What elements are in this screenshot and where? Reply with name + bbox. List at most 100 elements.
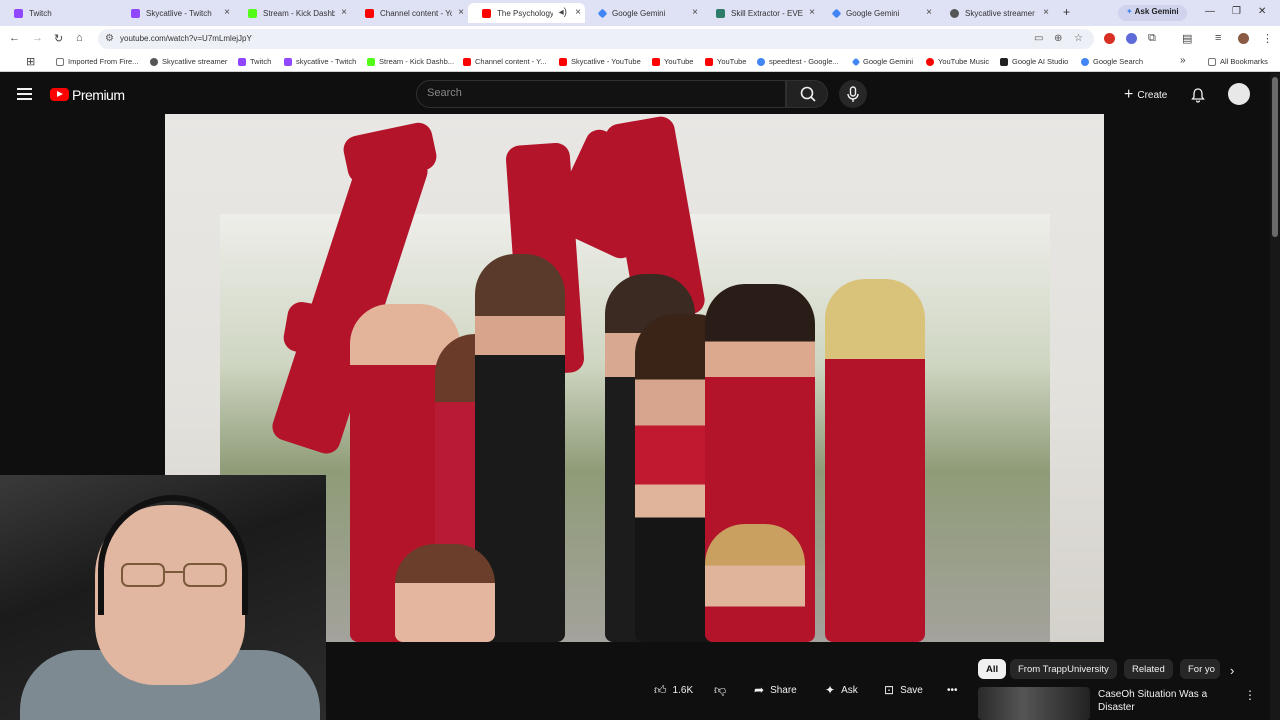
save-button[interactable]: ⊡ Save bbox=[884, 680, 923, 700]
url-text[interactable]: youtube.com/watch?v=U7mLmlejJpY bbox=[120, 34, 252, 43]
downloads-icon[interactable]: ≡ bbox=[1215, 32, 1221, 44]
bookmark-item[interactable]: Skycatlive - YouTube bbox=[559, 57, 641, 66]
more-actions-button[interactable]: ••• bbox=[947, 680, 958, 700]
gemini-icon bbox=[831, 8, 842, 18]
side-panel-icon[interactable]: ▤ bbox=[1182, 32, 1192, 45]
close-window-icon[interactable]: ✕ bbox=[1258, 6, 1266, 17]
tab-label: Stream - Kick Dashbo bbox=[263, 8, 335, 18]
zoom-icon[interactable]: ⊕ bbox=[1054, 33, 1062, 44]
ask-gemini-button[interactable]: ✦ Ask Gemini bbox=[1118, 5, 1187, 21]
bookmark-item[interactable]: Stream - Kick Dashb... bbox=[367, 57, 454, 66]
bookmark-item[interactable]: Twitch bbox=[238, 57, 271, 66]
page-scrollbar[interactable] bbox=[1270, 73, 1280, 720]
close-icon[interactable]: × bbox=[809, 7, 815, 18]
share-button[interactable]: ➦ Share bbox=[754, 680, 797, 700]
recommendation-title[interactable]: CaseOh Situation Was a Disaster bbox=[1098, 688, 1218, 714]
bookmark-label: Google Gemini bbox=[863, 57, 914, 66]
tab-twitch[interactable]: Twitch bbox=[0, 3, 117, 23]
close-icon[interactable]: × bbox=[575, 7, 581, 18]
bookmark-item[interactable]: YouTube bbox=[652, 57, 693, 66]
bookmarks-bar: ⊞ Imported From Fire... Skycatlive strea… bbox=[0, 52, 1280, 72]
twitch-icon bbox=[14, 8, 23, 18]
extensions-puzzle-icon[interactable]: ⧉ bbox=[1148, 32, 1156, 45]
chip-from-channel[interactable]: From TrappUniversity bbox=[1010, 659, 1117, 679]
hamburger-menu-icon[interactable] bbox=[17, 88, 32, 100]
account-avatar[interactable] bbox=[1228, 83, 1250, 105]
ask-gemini-label: Ask Gemini bbox=[1134, 7, 1179, 16]
bookmark-item[interactable]: skycatlive - Twitch bbox=[284, 57, 356, 66]
address-bar[interactable]: ⚙ youtube.com/watch?v=U7mLmlejJpY ▭ ⊕ ☆ bbox=[98, 29, 1094, 49]
tab-channel-content[interactable]: Channel content - Yo × bbox=[351, 3, 468, 23]
youtube-logo-icon[interactable] bbox=[50, 88, 69, 101]
profile-avatar[interactable] bbox=[1238, 33, 1249, 44]
bookmark-item[interactable]: Google AI Studio bbox=[1000, 57, 1068, 66]
create-button[interactable]: + Create bbox=[1116, 82, 1175, 108]
bookmark-label: speedtest - Google... bbox=[769, 57, 839, 66]
more-bookmarks-chevron[interactable]: » bbox=[1180, 55, 1186, 66]
chip-all[interactable]: All bbox=[978, 659, 1007, 679]
chevron-right-icon[interactable]: › bbox=[1230, 663, 1234, 678]
search-box[interactable] bbox=[416, 80, 786, 108]
cast-icon[interactable]: ▭ bbox=[1034, 33, 1043, 44]
tab-skill-extractor[interactable]: Skill Extractor - EVE T × bbox=[702, 3, 819, 23]
address-row: ← → ↻ ⌂ ⚙ youtube.com/watch?v=U7mLmlejJp… bbox=[0, 26, 1280, 52]
bookmark-item[interactable]: Imported From Fire... bbox=[56, 57, 138, 66]
bookmark-item[interactable]: YouTube bbox=[705, 57, 746, 66]
youtube-icon bbox=[365, 8, 374, 18]
back-icon[interactable]: ← bbox=[9, 32, 20, 44]
bookmark-item[interactable]: Google Gemini bbox=[851, 57, 914, 66]
extension-icon[interactable] bbox=[1126, 33, 1137, 44]
tab-label: Google Gemini bbox=[612, 8, 666, 18]
speaker-icon[interactable]: ◂) bbox=[559, 7, 567, 18]
chip-for-you[interactable]: For yo bbox=[1180, 659, 1220, 679]
kebab-menu-icon[interactable]: ⋮ bbox=[1262, 32, 1273, 45]
bookmark-item[interactable]: Google Search bbox=[1081, 57, 1143, 66]
ask-button[interactable]: ✦ Ask bbox=[825, 680, 858, 700]
close-icon[interactable]: × bbox=[1043, 7, 1049, 18]
tab-skycatlive-streamer[interactable]: Skycatlive streamer × bbox=[936, 3, 1053, 23]
bookmark-item[interactable]: Skycatlive streamer bbox=[150, 57, 227, 66]
recommendation-thumbnail[interactable] bbox=[978, 687, 1090, 720]
close-icon[interactable]: × bbox=[458, 7, 464, 18]
reload-icon[interactable]: ↻ bbox=[54, 32, 63, 45]
gemini-icon bbox=[597, 8, 608, 18]
close-icon[interactable]: × bbox=[224, 7, 230, 18]
home-icon[interactable]: ⌂ bbox=[76, 32, 83, 44]
bookmark-item[interactable]: YouTube Music bbox=[926, 57, 989, 66]
all-bookmarks[interactable]: All Bookmarks bbox=[1208, 57, 1268, 66]
close-icon[interactable]: × bbox=[926, 7, 932, 18]
tab-label: Twitch bbox=[29, 8, 52, 18]
bookmark-item[interactable]: speedtest - Google... bbox=[757, 57, 839, 66]
bookmark-icon: ⊡ bbox=[884, 683, 895, 697]
headphones-shape bbox=[98, 495, 248, 615]
like-count: 1.6K bbox=[672, 684, 694, 696]
forward-icon[interactable]: → bbox=[32, 32, 43, 44]
chip-related[interactable]: Related bbox=[1124, 659, 1173, 679]
youtube-premium-brand[interactable]: Premium bbox=[72, 87, 125, 103]
notifications-bell-icon[interactable] bbox=[1190, 87, 1206, 103]
maximize-icon[interactable]: ❐ bbox=[1232, 6, 1241, 17]
dislike-button[interactable]: 👎︎ bbox=[714, 680, 732, 700]
tab-google-gemini-1[interactable]: Google Gemini × bbox=[585, 3, 702, 23]
search-button[interactable] bbox=[786, 80, 828, 108]
close-icon[interactable]: × bbox=[692, 7, 698, 18]
like-button[interactable]: 👍︎ 1.6K bbox=[654, 680, 693, 700]
tab-google-gemini-2[interactable]: Google Gemini × bbox=[819, 3, 936, 23]
minimize-icon[interactable]: — bbox=[1205, 6, 1215, 17]
apps-grid-icon[interactable]: ⊞ bbox=[26, 55, 35, 68]
voice-search-button[interactable] bbox=[839, 80, 867, 108]
tab-skycatlive-twitch[interactable]: Skycatlive - Twitch × bbox=[117, 3, 234, 23]
tab-label: Skycatlive - Twitch bbox=[146, 8, 212, 18]
close-icon[interactable]: × bbox=[341, 7, 347, 18]
bookmark-label: Google Search bbox=[1093, 57, 1144, 66]
tab-psychology-video[interactable]: The Psychology o ◂) × bbox=[468, 3, 585, 23]
search-input[interactable] bbox=[427, 87, 767, 99]
kebab-menu-icon[interactable]: ⋮ bbox=[1244, 688, 1256, 702]
tab-kick-dashboard[interactable]: Stream - Kick Dashbo × bbox=[234, 3, 351, 23]
scroll-thumb[interactable] bbox=[1272, 77, 1278, 237]
site-info-icon[interactable]: ⚙ bbox=[105, 33, 114, 44]
bookmark-star-icon[interactable]: ☆ bbox=[1074, 33, 1083, 44]
bookmark-item[interactable]: Channel content - Y... bbox=[463, 57, 546, 66]
new-tab-button[interactable]: + bbox=[1063, 5, 1070, 19]
extension-icon[interactable] bbox=[1104, 33, 1115, 44]
